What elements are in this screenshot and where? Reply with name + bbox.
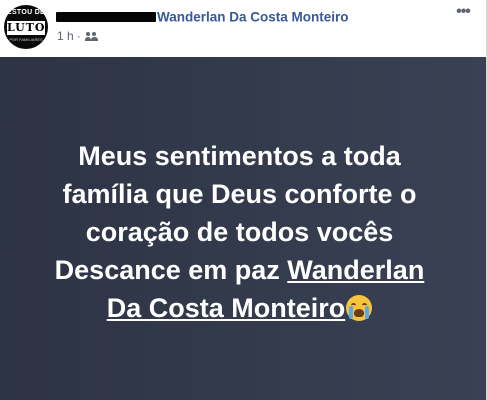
more-options-icon[interactable]: ••• — [453, 2, 473, 22]
message-line-2: família que Deus conforte o — [62, 179, 417, 209]
message-prefix: Descance em paz — [54, 255, 288, 285]
meta-separator: · — [76, 29, 81, 43]
message-line-3: coração de todos vocês — [85, 217, 394, 247]
message-line-4: Descance em paz Wanderlan — [0, 251, 479, 289]
message-line-5: Da Costa Monteiro — [0, 289, 479, 327]
mention-link-part2[interactable]: Da Costa Monteiro — [107, 293, 346, 323]
post-background-card: Meus sentimentos a toda família que Deus… — [0, 57, 487, 400]
author-row: Wanderlan Da Costa Monteiro — [56, 8, 349, 26]
avatar-text-main: LUTO — [7, 21, 46, 35]
avatar[interactable]: ESTOU DE LUTO POR FAMILIARES — [4, 5, 48, 49]
crying-face-emoji-icon — [346, 295, 373, 321]
author-name-link[interactable]: Wanderlan Da Costa Monteiro — [157, 9, 349, 24]
post-meta: 1 h · — [57, 28, 99, 44]
friends-icon[interactable] — [84, 31, 99, 42]
post-header: ESTOU DE LUTO POR FAMILIARES Wanderlan D… — [0, 0, 487, 56]
post-message: Meus sentimentos a toda família que Deus… — [0, 137, 479, 327]
redacted-name-block — [56, 11, 156, 22]
message-line-1: Meus sentimentos a toda — [78, 141, 401, 171]
avatar-text-bottom: POR FAMILIARES — [9, 37, 43, 42]
avatar-text-top: ESTOU DE — [6, 9, 46, 16]
post-timestamp[interactable]: 1 h — [57, 29, 74, 43]
mention-link-part1[interactable]: Wanderlan — [287, 255, 424, 285]
